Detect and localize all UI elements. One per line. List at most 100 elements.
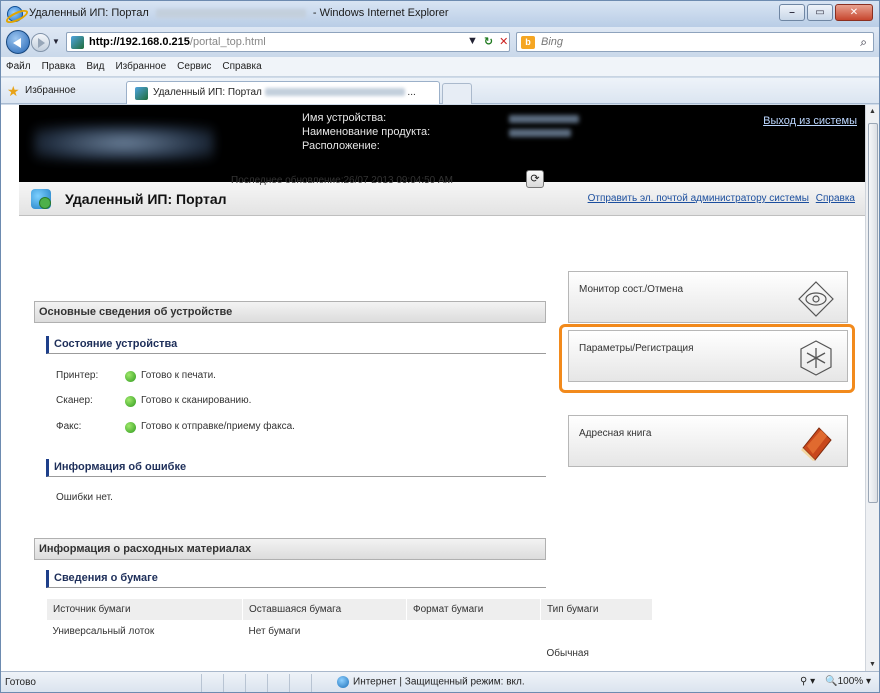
no-errors-text: Ошибки нет. bbox=[56, 492, 113, 503]
zoom-control[interactable]: 🔍100% ▾ bbox=[825, 676, 871, 687]
navigation-bar: ▼ http://192.168.0.215/portal_top.html ▼… bbox=[1, 27, 879, 57]
column-header: Тип бумаги bbox=[540, 598, 653, 621]
redacted-tab-title bbox=[264, 88, 405, 97]
fax-label: Факс: bbox=[56, 421, 82, 432]
consumables-section-header: Информация о расходных материалах bbox=[34, 538, 546, 560]
address-dropdown-icon[interactable]: ▼ bbox=[467, 35, 478, 48]
recent-pages-dropdown-icon[interactable]: ▼ bbox=[52, 37, 60, 46]
table-row: Обычная bbox=[47, 643, 653, 665]
portal-icon bbox=[31, 189, 51, 209]
status-text: Готово bbox=[5, 677, 36, 688]
scanner-label: Сканер: bbox=[56, 395, 93, 406]
menu-view[interactable]: Вид bbox=[86, 61, 104, 72]
security-zone[interactable]: Интернет | Защищенный режим: вкл. bbox=[337, 676, 525, 688]
error-info-header: Информация об ошибке bbox=[46, 459, 546, 477]
vertical-scrollbar[interactable]: ▲ ▼ bbox=[865, 105, 879, 671]
fax-status-icon bbox=[125, 422, 136, 433]
basic-info-section-header: Основные сведения об устройстве bbox=[34, 301, 546, 323]
table-cell bbox=[407, 621, 541, 643]
refresh-status-button[interactable]: ⟳ bbox=[526, 170, 544, 188]
window-title-prefix: Удаленный ИП: Портал bbox=[29, 7, 149, 19]
table-cell: Нет бумаги bbox=[248, 626, 301, 638]
window-title-suffix: - Windows Internet Explorer bbox=[312, 7, 449, 19]
bing-icon: b bbox=[521, 36, 535, 49]
logout-link[interactable]: Выход из системы bbox=[763, 115, 857, 127]
paper-info-header: Сведения о бумаге bbox=[46, 570, 546, 588]
product-name-value bbox=[509, 129, 571, 137]
scrollbar-thumb[interactable] bbox=[868, 123, 878, 503]
eye-diamond-icon bbox=[798, 281, 834, 317]
product-name-label: Наименование продукта: bbox=[302, 126, 431, 138]
back-button[interactable] bbox=[6, 30, 30, 54]
menu-favorites[interactable]: Избранное bbox=[115, 61, 166, 72]
device-header: Имя устройства: Наименование продукта: Р… bbox=[19, 105, 865, 182]
brand-logo bbox=[34, 125, 214, 161]
address-book-icon bbox=[801, 427, 832, 461]
menu-bar: Файл Правка Вид Избранное Сервис Справка bbox=[1, 57, 879, 77]
scanner-status-text: Готово к сканированию. bbox=[141, 395, 252, 406]
menu-tools[interactable]: Сервис bbox=[177, 61, 211, 72]
forward-button[interactable] bbox=[31, 33, 50, 52]
scanner-status-icon bbox=[125, 396, 136, 407]
monitor-cancel-button[interactable]: Монитор сост./Отмена bbox=[568, 271, 848, 323]
printer-label: Принтер: bbox=[56, 370, 99, 381]
table-cell bbox=[407, 643, 541, 665]
monitor-cancel-label: Монитор сост./Отмена bbox=[579, 284, 684, 295]
favorites-bar: ★ Избранное Удаленный ИП: Портал ... bbox=[1, 78, 879, 104]
address-url[interactable]: http://192.168.0.215/portal_top.html bbox=[89, 36, 266, 48]
title-bar: Удаленный ИП: Портал - Windows Internet … bbox=[1, 1, 879, 27]
table-cell: Универсальный лоток bbox=[52, 626, 155, 638]
portal-title: Удаленный ИП: Портал bbox=[65, 191, 227, 207]
address-book-button[interactable]: Адресная книга bbox=[568, 415, 848, 467]
table-cell bbox=[243, 643, 407, 665]
refresh-icon[interactable]: ↻ bbox=[484, 35, 493, 48]
column-header: Формат бумаги bbox=[406, 598, 541, 621]
table-cell bbox=[47, 643, 243, 665]
close-button[interactable]: ✕ bbox=[835, 4, 873, 21]
location-label: Расположение: bbox=[302, 140, 380, 152]
table-cell: Обычная bbox=[546, 648, 589, 659]
scroll-up-icon[interactable]: ▲ bbox=[869, 108, 876, 115]
window-title: Удаленный ИП: Портал - Windows Internet … bbox=[29, 7, 449, 19]
selection-highlight bbox=[559, 324, 855, 393]
table-cell bbox=[541, 621, 653, 643]
globe-icon bbox=[337, 676, 349, 688]
maximize-button[interactable]: ▭ bbox=[807, 4, 833, 21]
search-icon[interactable]: ⌕ bbox=[860, 35, 867, 50]
paper-table: Источник бумаги Оставшаяся бумага Формат… bbox=[46, 598, 653, 665]
table-row: Универсальный лоток Нет бумаги bbox=[47, 621, 653, 643]
address-bar[interactable]: http://192.168.0.215/portal_top.html ▼ ↻… bbox=[66, 32, 510, 52]
fax-status-text: Готово к отправке/приему факса. bbox=[141, 421, 295, 432]
table-header-row: Источник бумаги Оставшаяся бумага Формат… bbox=[46, 598, 653, 621]
scroll-down-icon[interactable]: ▼ bbox=[869, 661, 876, 668]
last-update-text: Последнее обновление:26/07 2013 09:04:50… bbox=[231, 175, 454, 186]
menu-help[interactable]: Справка bbox=[222, 61, 261, 72]
column-header: Оставшаяся бумага bbox=[242, 598, 407, 621]
minimize-button[interactable]: – bbox=[779, 4, 805, 21]
printer-status-icon bbox=[125, 371, 136, 382]
tab-favicon-icon bbox=[135, 87, 148, 100]
favorites-button[interactable]: Избранное bbox=[25, 85, 76, 96]
menu-file[interactable]: Файл bbox=[6, 61, 31, 72]
column-header: Источник бумаги bbox=[46, 598, 243, 621]
browser-tab[interactable]: Удаленный ИП: Портал ... bbox=[126, 81, 440, 104]
device-status-header: Состояние устройства bbox=[46, 336, 546, 354]
browser-window: Удаленный ИП: Портал - Windows Internet … bbox=[0, 0, 880, 693]
favorites-star-icon[interactable]: ★ bbox=[7, 83, 20, 100]
menu-edit[interactable]: Правка bbox=[42, 61, 76, 72]
search-box[interactable]: b Bing ⌕ bbox=[516, 32, 874, 52]
search-placeholder: Bing bbox=[541, 36, 564, 48]
redacted-title bbox=[155, 8, 306, 18]
site-favicon-icon bbox=[71, 36, 84, 49]
device-name-label: Имя устройства: bbox=[302, 112, 387, 124]
status-bar: Готово Интернет | Защищенный режим: вкл.… bbox=[1, 671, 879, 692]
protected-mode-icon[interactable]: ⚲ ▾ bbox=[800, 676, 815, 687]
stop-icon[interactable]: ✕ bbox=[499, 35, 508, 48]
address-book-label: Адресная книга bbox=[579, 428, 652, 439]
email-admin-link[interactable]: Отправить эл. почтой администратору сист… bbox=[588, 193, 809, 204]
printer-status-text: Готово к печати. bbox=[141, 370, 216, 381]
new-tab-button[interactable] bbox=[442, 83, 472, 104]
internet-explorer-icon bbox=[7, 6, 23, 22]
portal-title-bar: Удаленный ИП: Портал Отправить эл. почто… bbox=[19, 182, 865, 216]
help-link[interactable]: Справка bbox=[816, 193, 855, 204]
